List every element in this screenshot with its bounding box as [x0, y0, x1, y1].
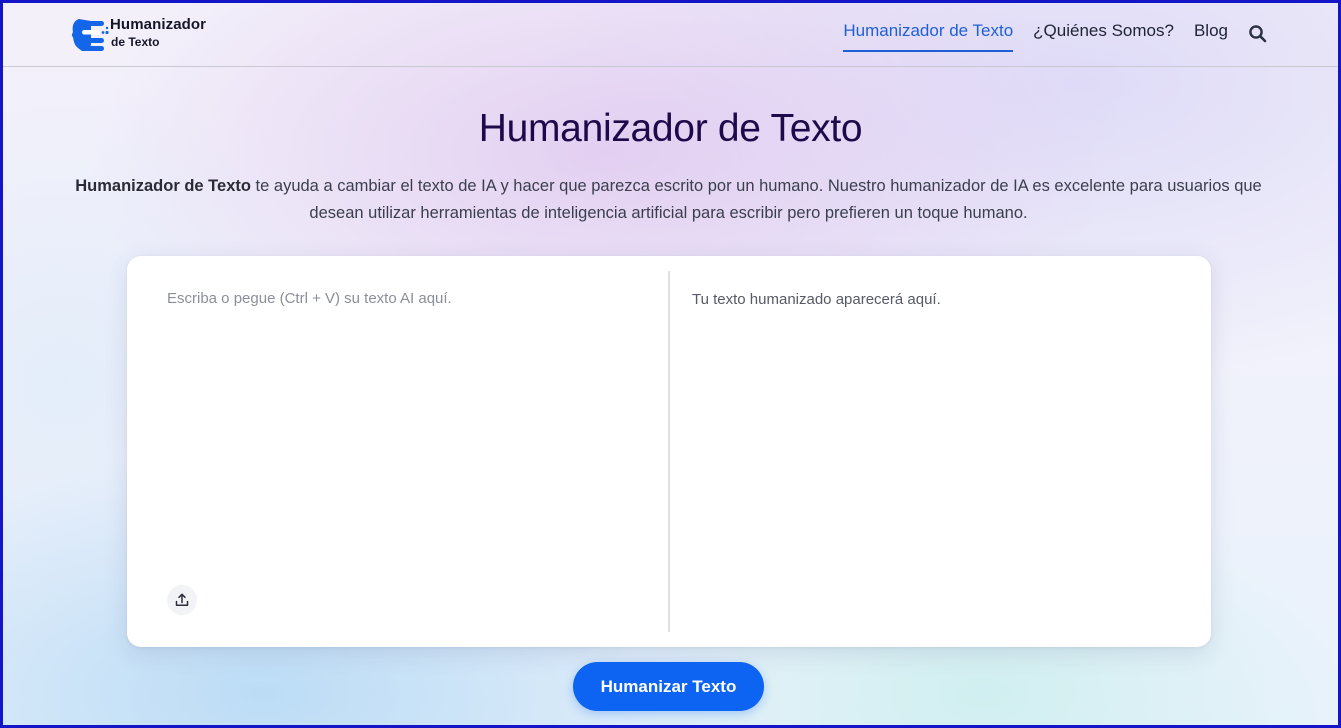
page-description: Humanizador de Texto te ayuda a cambiar …	[63, 173, 1274, 227]
search-icon[interactable]	[1248, 21, 1268, 45]
description-bold: Humanizador de Texto	[75, 177, 251, 195]
logo-head-icon	[71, 19, 109, 51]
logo-text-primary: Humanizador	[110, 16, 207, 33]
logo-text-secondary: de Texto	[111, 35, 160, 49]
site-logo[interactable]: Humanizador de Texto	[70, 15, 230, 55]
browser-frame: Humanizador de Texto Humanizador de Text…	[0, 0, 1341, 728]
ai-text-input[interactable]	[149, 278, 659, 578]
page-title: Humanizador de Texto	[478, 107, 863, 150]
nav-quienes-somos[interactable]: ¿Quiénes Somos?	[1033, 21, 1174, 50]
nav-blog[interactable]: Blog	[1194, 21, 1228, 50]
humanized-output: Tu texto humanizado aparecerá aquí.	[692, 291, 941, 308]
main-nav: Humanizador de Texto ¿Quiénes Somos? Blo…	[823, 21, 1268, 52]
humanize-button[interactable]: Humanizar Texto	[573, 662, 764, 711]
upload-button[interactable]	[167, 585, 197, 615]
editor-divider	[668, 271, 670, 632]
site-header: Humanizador de Texto Humanizador de Text…	[3, 3, 1338, 67]
editor-card: Tu texto humanizado aparecerá aquí.	[127, 256, 1211, 647]
upload-icon	[175, 593, 189, 607]
nav-humanizador[interactable]: Humanizador de Texto	[843, 21, 1014, 52]
description-text: te ayuda a cambiar el texto de IA y hace…	[250, 177, 1262, 222]
